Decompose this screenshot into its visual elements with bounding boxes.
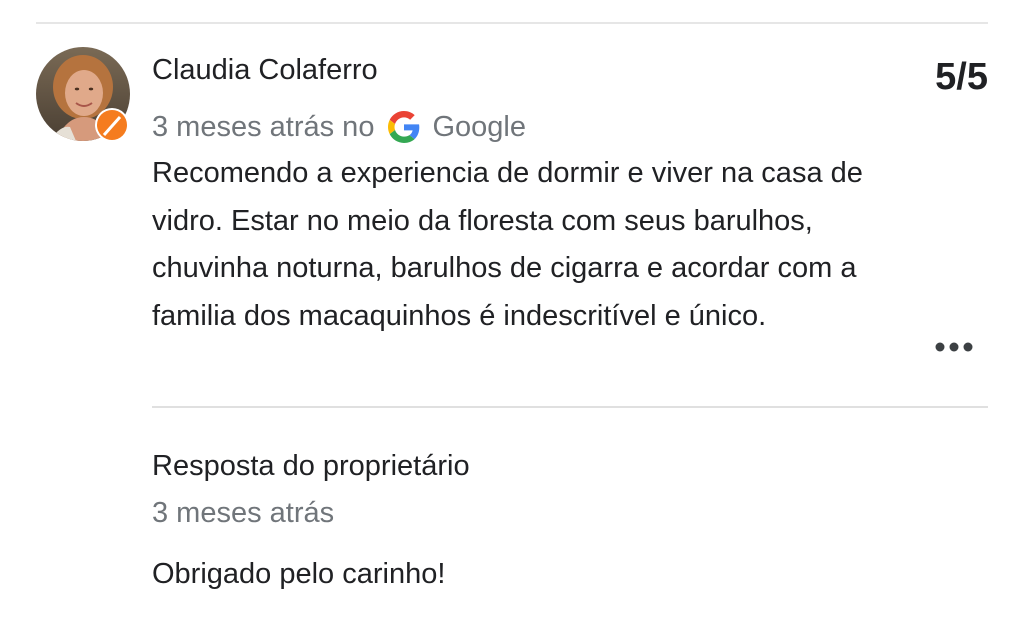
google-g-icon <box>388 111 420 143</box>
review-source: Google <box>432 110 526 143</box>
review-text: Recomendo a experiencia de dormir e vive… <box>152 157 863 332</box>
owner-response-text: Obrigado pelo carinho! <box>152 558 446 590</box>
review-meta: 3 meses atrás no Google <box>152 107 526 147</box>
owner-response-label: Resposta do proprietário <box>152 450 470 482</box>
more-options-button[interactable] <box>930 330 978 364</box>
owner-response-time: 3 meses atrás <box>152 497 335 529</box>
review-time: 3 meses atrás no <box>152 110 375 143</box>
response-divider <box>152 406 988 408</box>
reviewer-name[interactable]: Claudia Colaferro <box>152 52 378 88</box>
reviewer-avatar[interactable] <box>36 47 130 141</box>
more-horiz-icon <box>935 342 973 352</box>
top-divider <box>36 22 988 24</box>
review-rating: 5/5 <box>935 56 988 98</box>
